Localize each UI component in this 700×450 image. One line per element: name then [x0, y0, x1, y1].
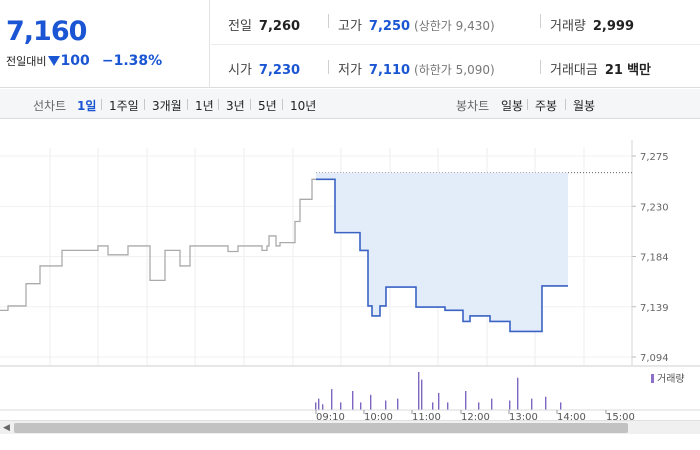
- price-chart-svg: 7,275 7,230 7,184 7,139 7,094 거래량 09:10 10:00 11…: [0, 140, 700, 420]
- current-price-box: 7,160 전일대비 100 −1.38%: [0, 0, 210, 88]
- volume-bar: [370, 394, 372, 410]
- candle-weekly[interactable]: 주봉: [535, 97, 557, 114]
- divider: [527, 99, 528, 110]
- volume-bar: [491, 398, 493, 410]
- open-value: 7,230: [258, 63, 301, 78]
- period-10y[interactable]: 10년: [290, 97, 316, 114]
- scroll-thumb[interactable]: [14, 423, 628, 433]
- volume-bar: [438, 392, 440, 410]
- volume-bar: [517, 377, 519, 410]
- period-1d[interactable]: 1일: [77, 97, 96, 114]
- period-bar: 선차트 1일 1주일 3개월 1년 3년 5년 10년 봉차트 일봉 주봉 월봉: [0, 89, 700, 119]
- y-tick-label: 7,275: [640, 152, 669, 163]
- x-tick-label: 14:00: [557, 412, 586, 420]
- line-chart-label: 선차트: [33, 99, 67, 113]
- period-1y[interactable]: 1년: [195, 97, 214, 114]
- volume-bar: [322, 404, 324, 410]
- low-stat: 저가 7,110 (하한가 5,090): [338, 59, 495, 78]
- change-value: 100: [60, 53, 90, 69]
- x-tick-label: 10:00: [364, 412, 393, 420]
- volume-bar: [418, 372, 420, 410]
- y-tick-label: 7,094: [640, 353, 669, 364]
- volume-value: 2,999: [592, 19, 635, 34]
- change-percent: −1.38%: [101, 53, 163, 69]
- divider: [218, 99, 219, 110]
- x-tick-label: 11:00: [412, 412, 441, 420]
- volume-bar: [432, 402, 434, 410]
- divider: [540, 14, 541, 28]
- price-chart: 7,275 7,230 7,184 7,139 7,094 거래량 09:10 10:00 11…: [0, 120, 700, 420]
- trade-value-stat: 거래대금 21 백만: [550, 59, 651, 78]
- trade-value-label: 거래대금: [550, 63, 598, 78]
- period-3y[interactable]: 3년: [226, 97, 245, 114]
- change-label: 전일대비: [6, 55, 47, 68]
- x-tick-label: 09:10: [316, 412, 345, 420]
- high-stat: 고가 7,250 (상한가 9,430): [338, 15, 495, 34]
- price-summary: 7,160 전일대비 100 −1.38% 전일 7,260 고가 7,250 (상한가…: [0, 0, 700, 88]
- open-stat: 시가 7,230: [228, 59, 300, 78]
- volume-bar: [478, 402, 480, 410]
- low-value: 7,110: [368, 63, 411, 78]
- divider: [250, 99, 251, 110]
- low-label: 저가: [338, 63, 362, 78]
- divider: [282, 99, 283, 110]
- divider: [328, 60, 329, 74]
- period-1w[interactable]: 1주일: [109, 97, 139, 114]
- volume-label: 거래량: [550, 19, 586, 34]
- y-tick-label: 7,139: [640, 303, 669, 314]
- candle-chart-label: 봉차트: [456, 99, 490, 113]
- period-5y[interactable]: 5년: [258, 97, 277, 114]
- stock-chart-widget: 7,160 전일대비 100 −1.38% 전일 7,260 고가 7,250 (상한가…: [0, 0, 700, 450]
- volume-bar: [545, 396, 547, 410]
- divider: [144, 99, 145, 110]
- divider: [540, 60, 541, 74]
- x-tick-label: 15:00: [606, 412, 635, 420]
- volume-bar: [331, 389, 333, 410]
- volume-stat: 거래량 2,999: [550, 15, 634, 34]
- prior-price-line: [0, 178, 316, 312]
- scroll-left-icon[interactable]: ◀: [3, 423, 10, 433]
- down-arrow-icon: [48, 56, 61, 66]
- prev-close-label: 전일: [228, 19, 252, 34]
- volume-bar: [340, 402, 342, 410]
- divider: [328, 14, 329, 28]
- volume-bar: [360, 402, 362, 410]
- change-row: 전일대비 100 −1.38%: [6, 53, 162, 69]
- volume-bar: [509, 400, 511, 410]
- x-tick-label: 12:00: [461, 412, 490, 420]
- y-tick-label: 7,230: [640, 202, 669, 213]
- divider: [187, 99, 188, 110]
- current-price: 7,160: [6, 16, 87, 47]
- volume-bar: [318, 398, 320, 410]
- divider: [101, 99, 102, 110]
- trade-value: 21: [604, 63, 623, 78]
- volume-bar: [315, 402, 317, 410]
- volume-legend-swatch: [651, 374, 654, 383]
- volume-bar: [385, 400, 387, 410]
- prev-close-stat: 전일 7,260: [228, 15, 300, 34]
- row-divider: [211, 44, 700, 45]
- divider: [565, 99, 566, 110]
- period-3m[interactable]: 3개월: [152, 97, 182, 114]
- open-label: 시가: [228, 63, 252, 78]
- high-label: 고가: [338, 19, 362, 34]
- upper-limit: (상한가 9,430): [414, 19, 495, 33]
- candle-monthly[interactable]: 월봉: [573, 97, 595, 114]
- x-tick-label: 13:00: [509, 412, 538, 420]
- volume-bar: [352, 391, 354, 410]
- volume-legend-label: 거래량: [657, 373, 685, 385]
- trade-value-unit: 백만: [627, 63, 651, 78]
- volume-bar: [465, 391, 467, 410]
- volume-bar: [560, 402, 562, 410]
- volume-bar: [531, 398, 533, 410]
- chart-scrollbar[interactable]: ◀: [0, 420, 700, 434]
- volume-bar: [447, 402, 449, 410]
- candle-daily[interactable]: 일봉: [501, 97, 523, 114]
- volume-bar: [421, 379, 423, 410]
- y-tick-label: 7,184: [640, 253, 669, 264]
- prev-close-value: 7,260: [258, 19, 301, 34]
- lower-limit: (하한가 5,090): [414, 63, 495, 77]
- volume-bar: [397, 398, 399, 410]
- high-value: 7,250: [368, 19, 411, 34]
